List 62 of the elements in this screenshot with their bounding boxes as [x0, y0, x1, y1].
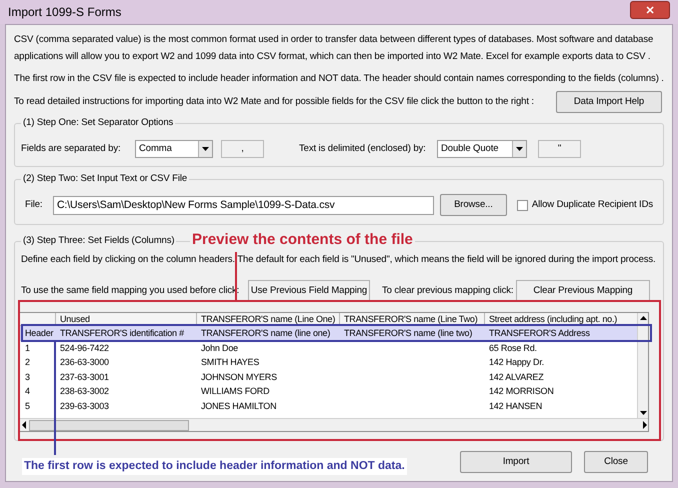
table-cell-text: 238-63-3002 [59, 385, 110, 398]
leader-line [235, 252, 237, 300]
table-cell-text: JONES HAMILTON [200, 400, 278, 412]
field-label: File: [25, 198, 44, 212]
delimiter-char-field[interactable]: " [538, 140, 581, 158]
help-text: To read detailed instructions for importing data into W2 Mate and for possible fields for the CSV file click the button to the right : [14, 94, 534, 109]
checkbox-label: Allow Duplicate Recipient IDs [532, 198, 654, 212]
table-cell-text: 1 [24, 342, 31, 354]
file-path-field[interactable]: C:\Users\Sam\Desktop\New Forms Sample\1099-S-Data.csv [52, 196, 434, 214]
close-dialog-button[interactable]: Close [584, 451, 648, 473]
scrollbar-thumb[interactable] [29, 420, 189, 430]
data-import-help-button[interactable]: Data Import Help [556, 91, 662, 113]
import-button[interactable]: Import [460, 451, 572, 473]
table-cell-text: 237-63-3001 [59, 370, 110, 384]
window-title: Import 1099-S Forms [8, 4, 122, 21]
table-cell-text: 142 MORRISON [488, 385, 555, 398]
use-previous-mapping-button[interactable]: Use Previous Field Mapping [248, 280, 370, 302]
table-cell-text: WILLIAMS FORD [200, 385, 270, 398]
instruction-text: Define each field by clicking on the column headers. The default for each field is "Unused", which means the field will be ignored during the import process. [21, 253, 657, 267]
column-header[interactable]: TRANSFEROR'S name (Line Two) [340, 313, 485, 325]
table-cell-text: TRANSFEROR'S name (line two) [343, 327, 474, 340]
table-cell-text: 524-96-7422 [59, 342, 110, 354]
table-cell-text: 142 ALVAREZ [488, 370, 544, 384]
combo-value: Double Quote [441, 142, 498, 156]
table-cell-text: 3 [24, 370, 31, 384]
field-label: Fields are separated by: [21, 142, 122, 156]
intro-text: CSV (comma separated value) is the most common format used in order to transfer data between different types of databases. Most software and database applications will allow you to export W2 and 1099 data into CSV format, which can then be imported into W2 Mate. Excel for example exports data to CSV . [14, 33, 654, 64]
column-header[interactable]: TRANSFEROR'S name (Line One) [197, 313, 340, 325]
checkbox[interactable] [516, 200, 528, 210]
table-cell-text: TRANSFEROR'S Address [488, 327, 591, 340]
table-cell-text: TRANSFEROR'S identification # [59, 327, 185, 340]
table-cell-text: 142 HANSEN [488, 400, 544, 412]
table-cell-text: 236-63-3000 [59, 356, 110, 369]
close-button[interactable]: ✕ [630, 1, 670, 19]
table-cell-text: SMITH HAYES [200, 356, 260, 369]
scroll-right-icon[interactable] [643, 421, 647, 429]
delimiter-dropdown[interactable]: Double Quote [437, 140, 527, 158]
horizontal-scrollbar[interactable] [20, 418, 648, 431]
table-cell-text: JOHNSON MYERS [200, 370, 278, 384]
scroll-down-icon[interactable] [640, 411, 646, 415]
table-cell-text: 142 Happy Dr. [488, 356, 545, 369]
vertical-scrollbar[interactable] [637, 313, 648, 418]
scroll-left-icon[interactable] [22, 421, 26, 429]
separator-char-field[interactable]: , [221, 140, 264, 158]
table-cell-text: Header [24, 327, 54, 340]
mapping-label: To clear previous mapping click: [381, 284, 514, 298]
annotation-text: The first row is expected to include header information and NOT data. [22, 458, 407, 476]
table-cell-text: 4 [24, 385, 31, 398]
table-cell-text: TRANSFEROR'S name (line one) [200, 327, 332, 340]
table-cell-text: 2 [24, 356, 31, 369]
clear-previous-mapping-button[interactable]: Clear Previous Mapping [516, 280, 650, 302]
browse-button[interactable]: Browse... [440, 194, 507, 216]
column-header[interactable]: Unused [56, 313, 197, 325]
table-cell-text: John Doe [200, 342, 239, 354]
separator-dropdown[interactable]: Comma [135, 140, 213, 158]
scroll-up-icon[interactable] [640, 316, 646, 320]
combo-value: Comma [139, 142, 172, 156]
field-label: Text is delimited (enclosed) by: [299, 142, 427, 156]
table-cell-text: 5 [24, 400, 31, 412]
table-cell-text: 239-63-3003 [59, 400, 110, 412]
intro-text: The first row in the CSV file is expected to include header information and NOT data. The header should contain names corresponding to the fields (columns) . [14, 72, 664, 86]
table-cell-text: 65 Rose Rd. [488, 342, 538, 354]
